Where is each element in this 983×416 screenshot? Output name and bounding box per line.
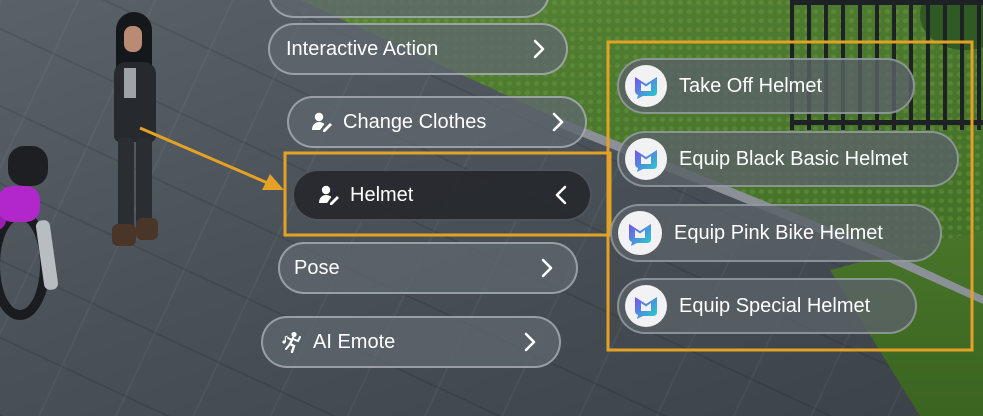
submenu-item-take-off-helmet[interactable]: Take Off Helmet bbox=[617, 58, 915, 114]
submenu-item-equip-black-basic-helmet[interactable]: Equip Black Basic Helmet bbox=[617, 131, 959, 187]
chevron-right-icon bbox=[540, 257, 554, 279]
m-logo-icon bbox=[625, 65, 667, 107]
dancing-person-icon bbox=[281, 331, 303, 353]
menu-item-change-clothes[interactable]: Change Clothes bbox=[287, 96, 587, 148]
menu-item-label: AI Emote bbox=[313, 330, 396, 353]
motorcycle-seat bbox=[8, 146, 48, 186]
menu-item-pose[interactable]: Pose bbox=[278, 242, 578, 294]
character-face bbox=[124, 26, 142, 52]
motorcycle-tank bbox=[0, 186, 40, 222]
player-character[interactable] bbox=[108, 12, 168, 248]
character-shirt bbox=[124, 68, 136, 98]
submenu-item-label: Equip Pink Bike Helmet bbox=[674, 221, 883, 244]
submenu-item-label: Equip Black Basic Helmet bbox=[679, 147, 908, 170]
person-edit-icon bbox=[311, 111, 333, 133]
chevron-left-icon bbox=[554, 184, 568, 206]
character-leg-left bbox=[118, 138, 134, 230]
motorcycle bbox=[0, 140, 90, 320]
submenu-item-equip-pink-bike-helmet[interactable]: Equip Pink Bike Helmet bbox=[610, 204, 942, 262]
menu-item-top-partial[interactable] bbox=[268, 0, 550, 18]
character-leg-right bbox=[136, 138, 152, 230]
m-logo-icon bbox=[625, 285, 667, 327]
menu-item-label: Interactive Action bbox=[286, 37, 439, 60]
submenu-item-label: Take Off Helmet bbox=[679, 74, 823, 97]
character-boot-right bbox=[136, 218, 158, 240]
menu-item-interactive-action[interactable]: Interactive Action bbox=[268, 23, 568, 75]
m-logo-icon bbox=[625, 138, 667, 180]
submenu-item-label: Equip Special Helmet bbox=[679, 294, 871, 317]
submenu-item-equip-special-helmet[interactable]: Equip Special Helmet bbox=[617, 278, 917, 334]
menu-item-helmet[interactable]: Helmet bbox=[292, 169, 592, 221]
fence-rail-bottom bbox=[790, 120, 983, 125]
m-logo-icon bbox=[618, 211, 662, 255]
chevron-right-icon bbox=[532, 38, 546, 60]
chevron-right-icon bbox=[551, 111, 565, 133]
menu-item-label: Helmet bbox=[350, 183, 414, 206]
menu-item-label: Change Clothes bbox=[343, 110, 487, 133]
chevron-right-icon bbox=[523, 331, 537, 353]
menu-item-label: Pose bbox=[294, 256, 340, 279]
fence-rail-top bbox=[790, 0, 983, 5]
character-boot-left bbox=[112, 224, 136, 246]
menu-item-ai-emote[interactable]: AI Emote bbox=[261, 316, 561, 368]
person-edit-icon bbox=[318, 184, 340, 206]
